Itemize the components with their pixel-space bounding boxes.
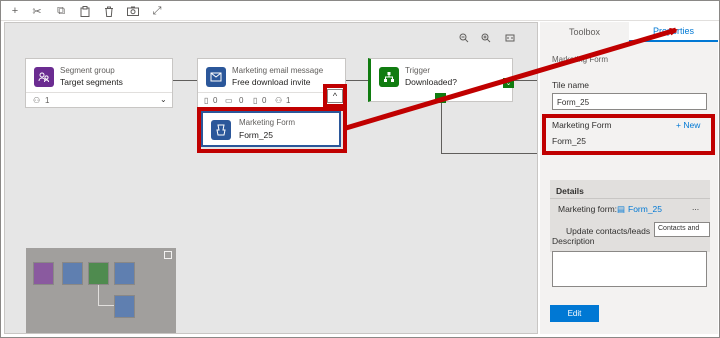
stat-value: 0 — [262, 96, 267, 105]
designer-canvas[interactable]: Segment group Target segments ⚇ 1 ⌄ Mark… — [4, 22, 538, 334]
description-input[interactable] — [552, 251, 707, 287]
properties-panel: Toolbox Properties Marketing Form Tile n… — [540, 22, 718, 334]
tile-type: Trigger — [405, 66, 431, 75]
add-icon[interactable]: + — [7, 3, 23, 19]
connector-trigger-no-branch — [441, 153, 537, 154]
trigger-no-expander-icon[interactable]: ⌄ — [435, 93, 446, 103]
details-divider — [550, 198, 710, 199]
contacts-icon: ⚇ — [33, 96, 41, 105]
delete-icon[interactable] — [101, 3, 117, 19]
chevron-down-icon[interactable]: ⌄ — [160, 95, 167, 104]
zoom-out-icon[interactable] — [457, 31, 471, 45]
tile-name: Free download invite — [232, 77, 311, 87]
minimap-node — [62, 262, 83, 285]
stat-value: 1 — [286, 96, 291, 105]
cut-icon[interactable]: ✂ — [29, 3, 45, 19]
connector-trigger-no — [441, 102, 442, 154]
more-options-icon[interactable]: ... — [692, 202, 699, 212]
paste-icon[interactable] — [77, 3, 93, 19]
tile-name: Target segments — [60, 77, 123, 87]
form-tile-highlight — [197, 107, 347, 153]
tile-name: Downloaded? — [405, 77, 457, 87]
details-form-label: Marketing form: — [558, 204, 618, 214]
minimap-node — [114, 295, 135, 318]
calendar-icon: ▭ — [225, 96, 233, 105]
form-icon-small: ▤ — [617, 204, 626, 214]
trigger-yes-expander-icon[interactable]: ⌄ — [503, 78, 514, 88]
description-label: Description — [552, 236, 595, 246]
details-title: Details — [556, 186, 584, 196]
copy-icon[interactable]: ⧉ — [53, 3, 69, 19]
minimap-node — [33, 262, 54, 285]
tile-type: Marketing email message — [232, 66, 324, 75]
contacts-count: 1 — [45, 96, 50, 105]
connector-email-trigger — [346, 80, 368, 81]
connector-trigger-yes — [513, 80, 537, 81]
stat-value: 0 — [239, 96, 244, 105]
segment-icon — [34, 67, 54, 87]
expand-icon[interactable]: ⤢ — [149, 3, 165, 19]
panel-section-title: Marketing Form — [552, 55, 609, 64]
update-contacts-select[interactable]: Contacts and — [654, 222, 710, 237]
trigger-icon — [379, 67, 399, 87]
expander-highlight — [323, 84, 347, 108]
details-form-link[interactable]: Form_25 — [628, 204, 662, 214]
segment-group-tile[interactable]: Segment group Target segments ⚇ 1 ⌄ — [25, 58, 173, 108]
minimap[interactable] — [26, 248, 176, 333]
minimap-node — [114, 262, 135, 285]
document-icon: ▯ — [204, 96, 209, 105]
edit-button[interactable]: Edit — [550, 305, 599, 322]
tile-type: Segment group — [60, 66, 115, 75]
tile-name-label: Tile name — [552, 80, 590, 90]
tile-name-input[interactable]: Form_25 — [552, 93, 707, 110]
minimap-collapse-icon[interactable] — [164, 251, 172, 259]
minimap-line — [98, 285, 99, 305]
tab-toolbox[interactable]: Toolbox — [540, 22, 629, 42]
minimap-node — [88, 262, 109, 285]
page-icon: ▯ — [253, 96, 258, 105]
tile-footer: ⚇ 1 ⌄ — [26, 92, 172, 108]
contacts-icon: ⚇ — [275, 96, 283, 105]
tab-properties[interactable]: Properties — [629, 22, 718, 42]
screenshot-icon[interactable] — [125, 3, 141, 19]
connector-segment-email — [173, 80, 197, 81]
zoom-in-icon[interactable] — [479, 31, 493, 45]
update-contacts-label: Update contacts/leads — [566, 226, 651, 236]
email-icon — [206, 67, 226, 87]
toolbar: + ✂ ⧉ ⤢ — [1, 1, 719, 21]
fit-to-screen-icon[interactable] — [503, 31, 517, 45]
form-field-highlight — [542, 114, 715, 155]
stat-value: 0 — [213, 96, 218, 105]
